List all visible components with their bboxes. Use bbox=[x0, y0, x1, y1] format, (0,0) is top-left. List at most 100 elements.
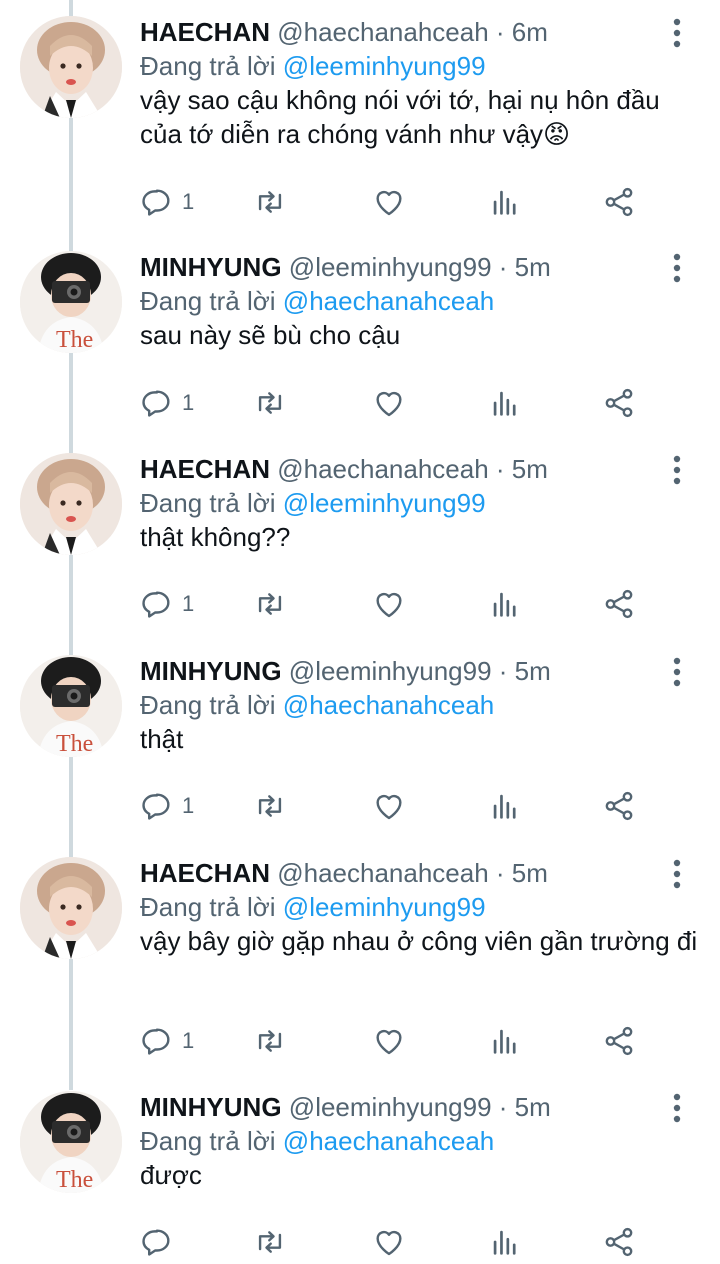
tweet-header: MINHYUNG @leeminhyung99 · 5m bbox=[140, 1090, 551, 1124]
replying-to: Đang trả lời @haechanahceah bbox=[140, 688, 494, 722]
replying-to: Đang trả lời @haechanahceah bbox=[140, 284, 494, 318]
reply-button[interactable]: 1 bbox=[140, 1021, 194, 1061]
share-icon bbox=[605, 388, 633, 418]
like-button[interactable] bbox=[372, 182, 406, 222]
share-button[interactable] bbox=[602, 1222, 636, 1262]
avatar[interactable]: The bbox=[20, 1091, 122, 1193]
avatar[interactable] bbox=[20, 857, 122, 959]
share-button[interactable] bbox=[602, 1021, 636, 1061]
display-name[interactable]: HAECHAN bbox=[140, 454, 270, 484]
retweet-icon bbox=[258, 593, 282, 615]
display-name[interactable]: MINHYUNG bbox=[140, 656, 282, 686]
heart-icon bbox=[376, 190, 402, 216]
views-icon bbox=[493, 1029, 516, 1054]
views-button[interactable] bbox=[488, 383, 522, 423]
handle[interactable]: @haechanahceah bbox=[277, 454, 488, 484]
timestamp[interactable]: · 5m bbox=[499, 252, 551, 282]
avatar[interactable] bbox=[20, 16, 122, 118]
like-button[interactable] bbox=[372, 1222, 406, 1262]
handle[interactable]: @haechanahceah bbox=[277, 17, 488, 47]
more-icon[interactable] bbox=[665, 1089, 689, 1129]
views-button[interactable] bbox=[488, 182, 522, 222]
retweet-icon bbox=[258, 392, 282, 414]
share-button[interactable] bbox=[602, 383, 636, 423]
tweet-actions: 1 bbox=[140, 786, 660, 826]
views-button[interactable] bbox=[488, 786, 522, 826]
retweet-button[interactable] bbox=[253, 182, 287, 222]
replying-to-label: Đang trả lời bbox=[140, 51, 276, 81]
retweet-button[interactable] bbox=[253, 786, 287, 826]
tweet-text: thật bbox=[140, 724, 184, 754]
tweet-text: thật không?? bbox=[140, 522, 291, 552]
avatar[interactable]: The bbox=[20, 655, 122, 757]
avatar[interactable]: The bbox=[20, 251, 122, 353]
mention-link[interactable]: @leeminhyung99 bbox=[283, 51, 486, 81]
reply-button[interactable]: 1 bbox=[140, 182, 194, 222]
display-name[interactable]: MINHYUNG bbox=[140, 252, 282, 282]
retweet-icon bbox=[258, 191, 282, 213]
mention-link[interactable]: @leeminhyung99 bbox=[283, 892, 486, 922]
reply-icon bbox=[142, 793, 170, 820]
retweet-icon bbox=[258, 1030, 282, 1052]
mention-link[interactable]: @haechanahceah bbox=[283, 286, 494, 316]
handle[interactable]: @haechanahceah bbox=[277, 858, 488, 888]
more-icon[interactable] bbox=[665, 653, 689, 693]
like-button[interactable] bbox=[372, 584, 406, 624]
timestamp[interactable]: · 5m bbox=[496, 858, 548, 888]
handle[interactable]: @leeminhyung99 bbox=[289, 656, 492, 686]
reply-button[interactable] bbox=[140, 1222, 182, 1262]
reply-icon bbox=[142, 390, 170, 417]
retweet-button[interactable] bbox=[253, 1222, 287, 1262]
timestamp[interactable]: · 6m bbox=[496, 17, 548, 47]
timestamp[interactable]: · 5m bbox=[499, 1092, 551, 1122]
like-button[interactable] bbox=[372, 1021, 406, 1061]
avatar[interactable] bbox=[20, 453, 122, 555]
reply-count: 1 bbox=[182, 1028, 195, 1053]
share-icon bbox=[605, 791, 633, 821]
share-icon bbox=[605, 589, 633, 619]
views-icon bbox=[493, 1230, 516, 1255]
more-icon[interactable] bbox=[665, 249, 689, 289]
timestamp[interactable]: · 5m bbox=[499, 656, 551, 686]
share-button[interactable] bbox=[602, 786, 636, 826]
reply-button[interactable]: 1 bbox=[140, 786, 194, 826]
like-button[interactable] bbox=[372, 786, 406, 826]
share-button[interactable] bbox=[602, 584, 636, 624]
replying-to-label: Đang trả lời bbox=[140, 690, 276, 720]
replying-to: Đang trả lời @leeminhyung99 bbox=[140, 486, 486, 520]
handle[interactable]: @leeminhyung99 bbox=[289, 1092, 492, 1122]
heart-icon bbox=[376, 391, 402, 417]
handle[interactable]: @leeminhyung99 bbox=[289, 252, 492, 282]
replying-to: Đang trả lời @haechanahceah bbox=[140, 1124, 494, 1158]
heart-icon bbox=[376, 1029, 402, 1055]
retweet-icon bbox=[258, 795, 282, 817]
retweet-button[interactable] bbox=[253, 1021, 287, 1061]
display-name[interactable]: MINHYUNG bbox=[140, 1092, 282, 1122]
more-icon[interactable] bbox=[665, 14, 689, 54]
retweet-button[interactable] bbox=[253, 383, 287, 423]
views-button[interactable] bbox=[488, 1222, 522, 1262]
display-name[interactable]: HAECHAN bbox=[140, 858, 270, 888]
tweet-text: sau này sẽ bù cho cậu bbox=[140, 320, 401, 350]
views-icon bbox=[493, 794, 516, 819]
like-button[interactable] bbox=[372, 383, 406, 423]
timestamp[interactable]: · 5m bbox=[496, 454, 548, 484]
retweet-button[interactable] bbox=[253, 584, 287, 624]
tweet-header: HAECHAN @haechanahceah · 6m bbox=[140, 15, 548, 49]
mention-link[interactable]: @haechanahceah bbox=[283, 690, 494, 720]
views-button[interactable] bbox=[488, 1021, 522, 1061]
tweet-text: được bbox=[140, 1160, 202, 1190]
tweet-actions: 1 bbox=[140, 182, 660, 222]
more-icon[interactable] bbox=[665, 855, 689, 895]
views-button[interactable] bbox=[488, 584, 522, 624]
display-name[interactable]: HAECHAN bbox=[140, 17, 270, 47]
reply-count: 1 bbox=[182, 189, 195, 214]
replying-to-label: Đang trả lời bbox=[140, 892, 276, 922]
more-icon[interactable] bbox=[665, 451, 689, 491]
mention-link[interactable]: @leeminhyung99 bbox=[283, 488, 486, 518]
views-icon bbox=[493, 190, 516, 215]
reply-button[interactable]: 1 bbox=[140, 383, 194, 423]
share-button[interactable] bbox=[602, 182, 636, 222]
mention-link[interactable]: @haechanahceah bbox=[283, 1126, 494, 1156]
reply-button[interactable]: 1 bbox=[140, 584, 194, 624]
